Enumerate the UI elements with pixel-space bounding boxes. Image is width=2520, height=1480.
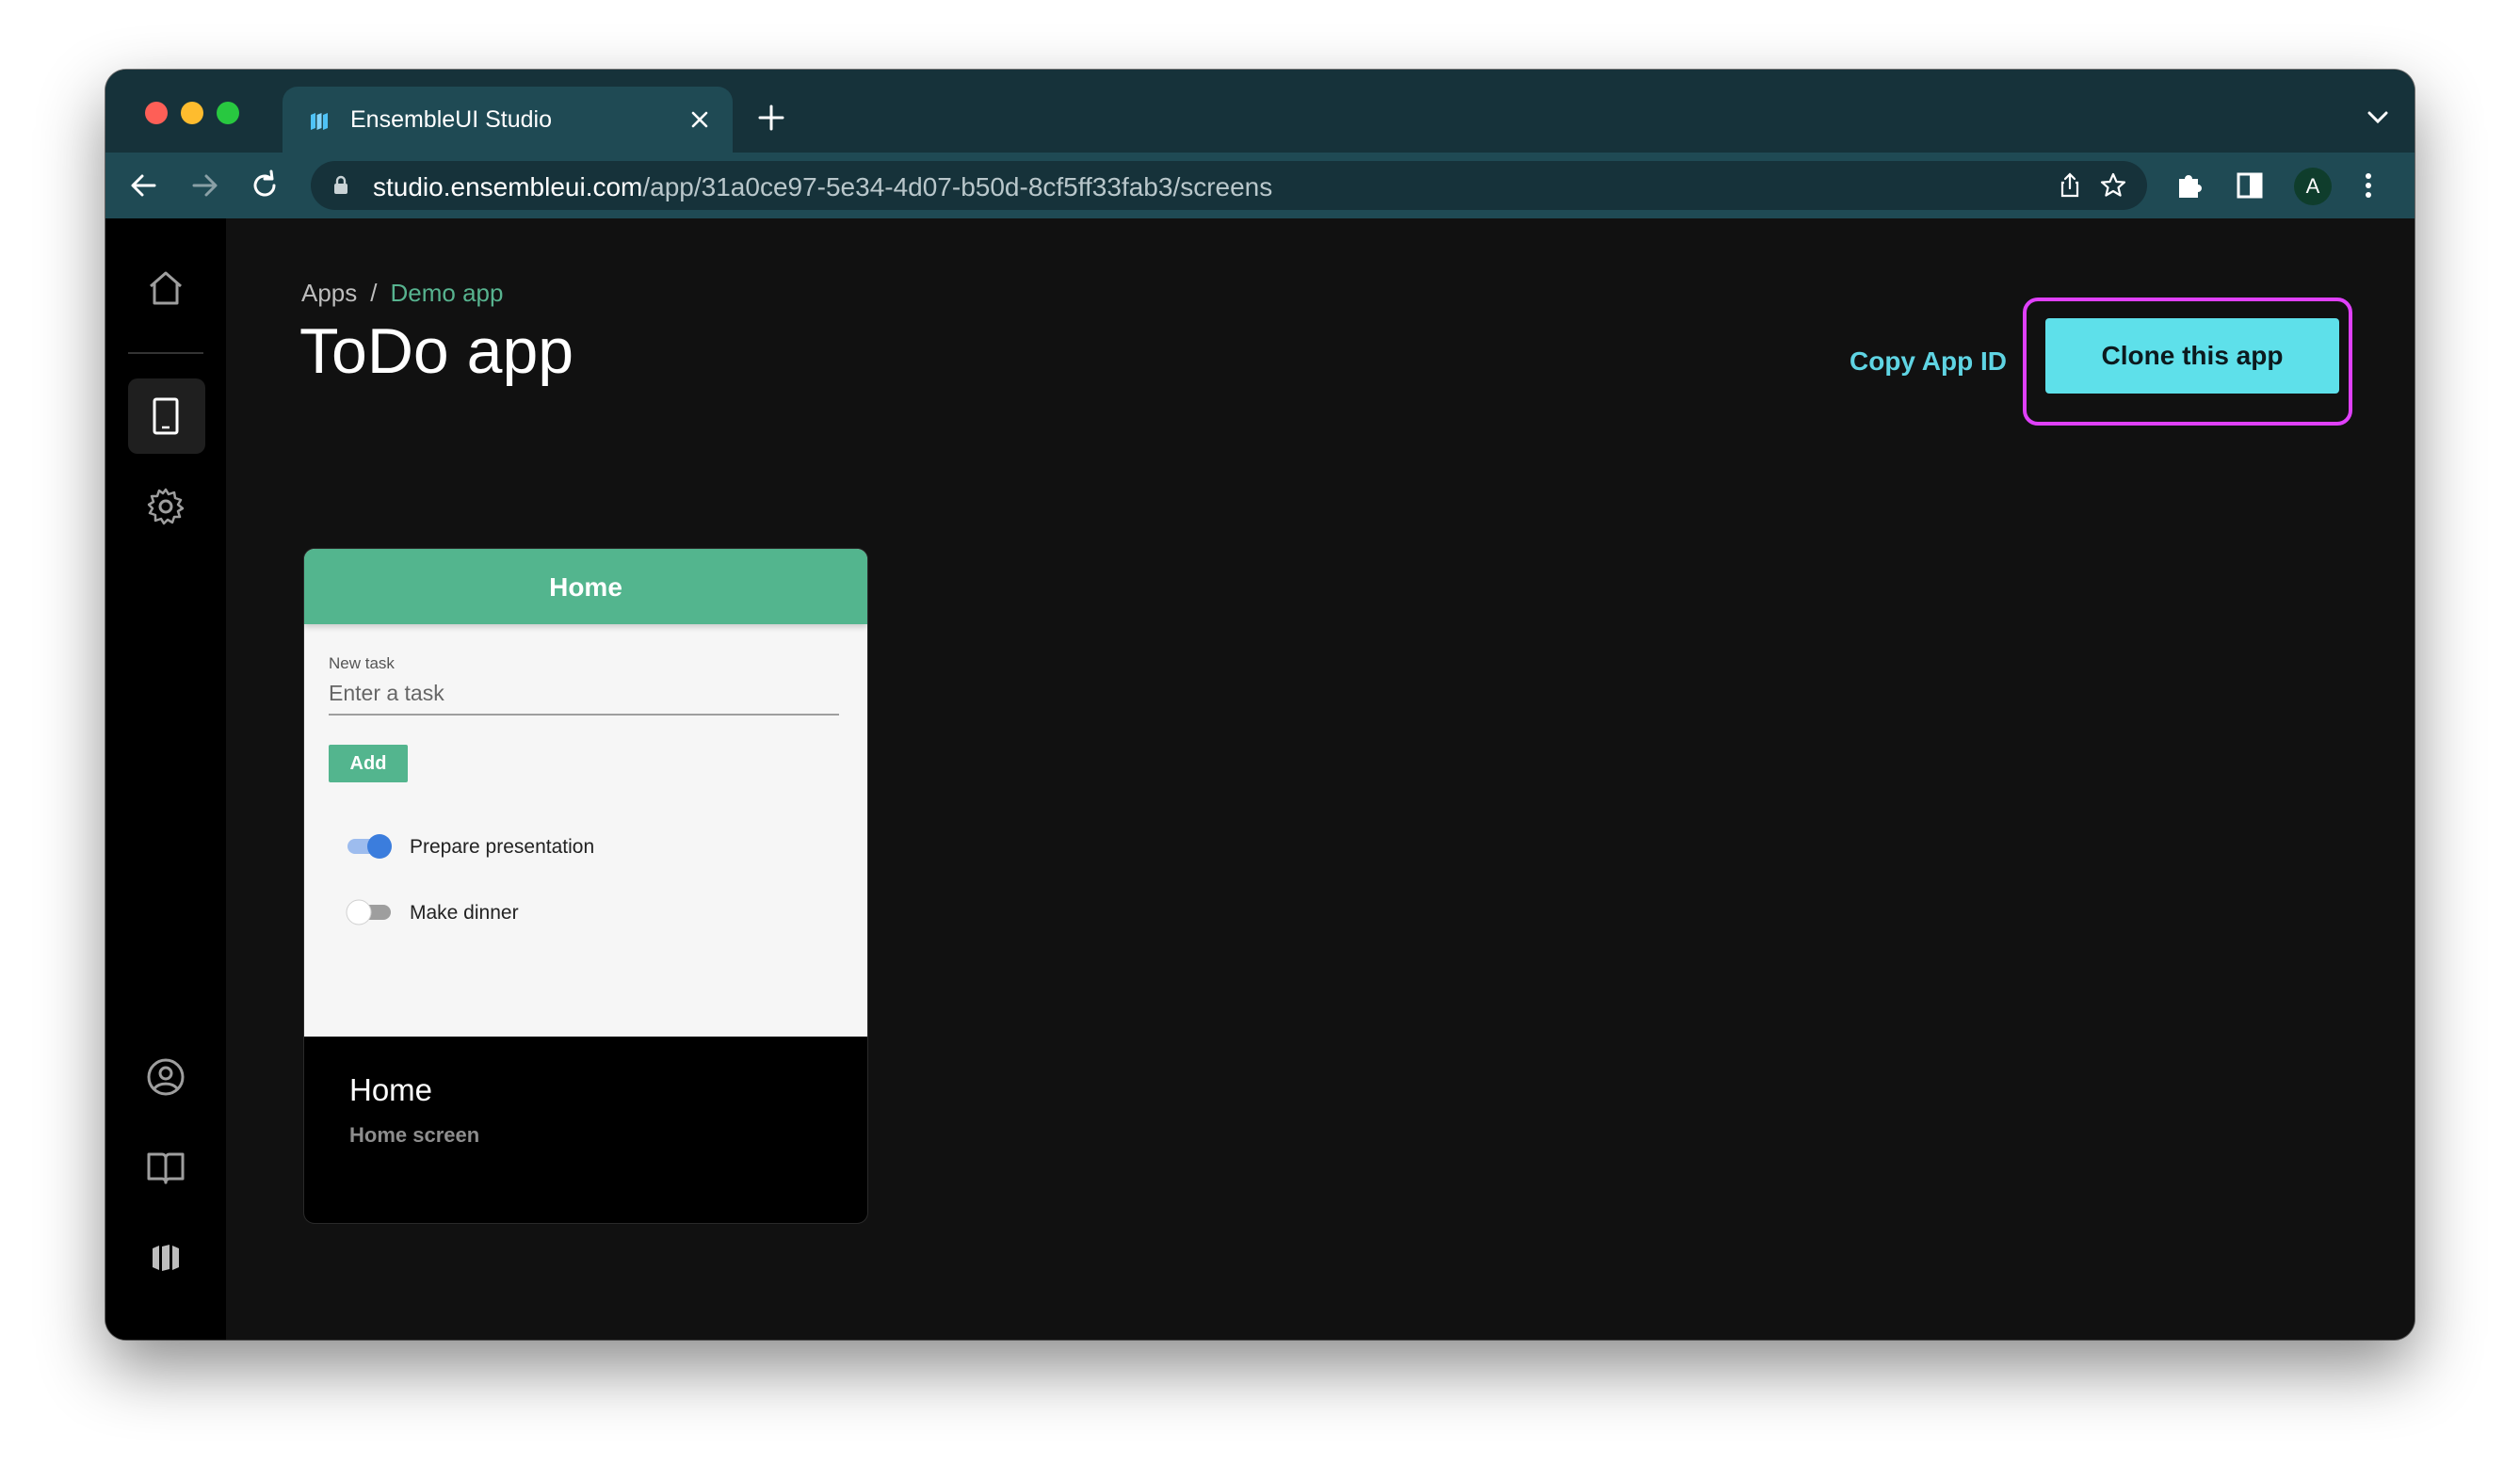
screen-card[interactable]: Home New task Enter a task Add Prepare p…: [303, 548, 868, 1224]
extensions-puzzle-icon[interactable]: [2172, 168, 2207, 203]
breadcrumb-current[interactable]: Demo app: [391, 279, 504, 307]
minimize-window-button[interactable]: [181, 102, 203, 124]
lock-icon: [334, 175, 347, 194]
tab-bar: EnsembleUI Studio: [105, 70, 2415, 153]
browser-tab-active[interactable]: EnsembleUI Studio: [283, 87, 733, 153]
sidebar: [105, 218, 226, 1340]
toggle-on: [347, 834, 392, 859]
preview-task-input: Enter a task: [329, 681, 839, 716]
preview-add-button: Add: [329, 745, 408, 782]
address-bar[interactable]: studio.ensembleui.com/app/31a0ce97-5e34-…: [311, 161, 2147, 210]
new-tab-icon[interactable]: [757, 104, 785, 132]
browser-toolbar: studio.ensembleui.com/app/31a0ce97-5e34-…: [105, 153, 2415, 218]
home-icon[interactable]: [143, 265, 188, 311]
user-icon[interactable]: [143, 1054, 188, 1100]
app-content: Apps / Demo app ToDo app Copy App ID Clone…: [105, 218, 2415, 1340]
url-domain: studio.ensembleui.com: [373, 172, 643, 201]
breadcrumb: Apps / Demo app: [301, 279, 503, 308]
tablet-icon[interactable]: [143, 394, 188, 439]
ensemble-favicon-icon: [311, 113, 328, 130]
bookmark-star-icon[interactable]: [2098, 170, 2128, 201]
side-panel-icon[interactable]: [2232, 168, 2268, 203]
screen-preview: Home New task Enter a task Add Prepare p…: [304, 549, 867, 1037]
url-text: studio.ensembleui.com/app/31a0ce97-5e34-…: [373, 172, 1272, 202]
forward-arrow-icon[interactable]: [186, 168, 222, 203]
task-label: Make dinner: [410, 902, 519, 924]
chevron-down-icon[interactable]: [2366, 107, 2390, 126]
sidebar-divider: [128, 352, 203, 354]
tab-title: EnsembleUI Studio: [350, 106, 553, 133]
screen-description: Home screen: [349, 1123, 480, 1147]
gear-icon[interactable]: [143, 484, 188, 529]
browser-window: EnsembleUI Studio studio.ensembleui.com/…: [105, 70, 2415, 1340]
page-title: ToDo app: [299, 315, 574, 387]
preview-header: Home: [304, 549, 867, 624]
close-window-button[interactable]: [145, 102, 168, 124]
clone-app-button[interactable]: Clone this app: [2045, 318, 2339, 394]
book-icon[interactable]: [143, 1145, 188, 1190]
reload-icon[interactable]: [247, 168, 283, 203]
close-tab-icon[interactable]: [687, 107, 712, 132]
screen-name: Home: [349, 1072, 433, 1107]
url-path: /app/31a0ce97-5e34-4d07-b50d-8cf5ff33fab…: [642, 172, 1273, 201]
ensemble-logo-icon[interactable]: [143, 1235, 188, 1280]
back-arrow-icon[interactable]: [126, 168, 162, 203]
copy-app-id-button[interactable]: Copy App ID: [1850, 346, 2007, 377]
task-label: Prepare presentation: [410, 836, 595, 858]
maximize-window-button[interactable]: [217, 102, 239, 124]
toggle-off: [346, 899, 391, 925]
breadcrumb-apps-link[interactable]: Apps: [301, 279, 357, 307]
preview-field-label: New task: [329, 654, 395, 672]
breadcrumb-separator: /: [370, 279, 378, 307]
share-icon[interactable]: [2055, 170, 2085, 201]
more-menu-icon[interactable]: [2350, 168, 2386, 203]
profile-avatar[interactable]: A: [2294, 168, 2332, 205]
